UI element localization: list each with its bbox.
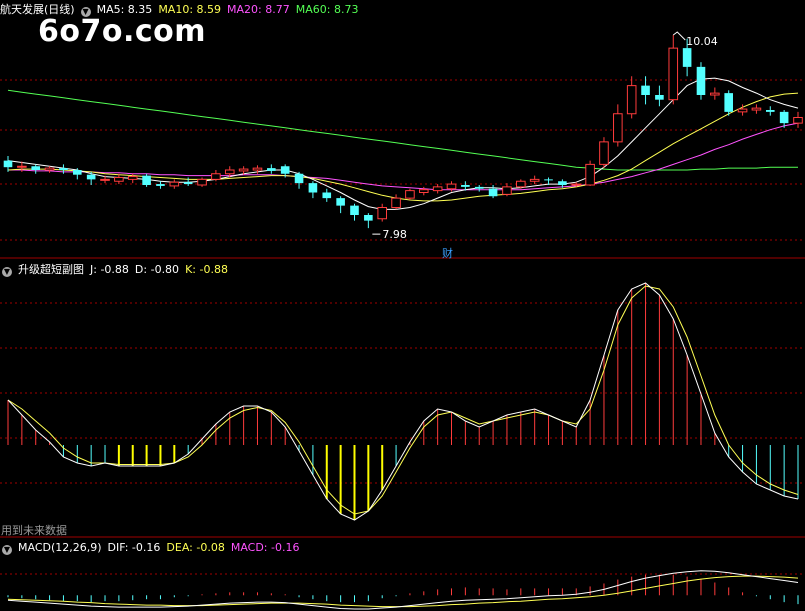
candle-body: [280, 166, 290, 174]
candle-body: [682, 48, 692, 67]
candle-body: [655, 95, 664, 100]
candle-body: [197, 178, 207, 186]
kdj-panel-header: ▼ 升级超短副图 J: -0.88 D: -0.80 K: -0.88: [0, 262, 234, 278]
candle-body: [432, 186, 443, 192]
candle-body: [294, 173, 304, 184]
candle-body: [544, 179, 553, 181]
candle-body: [377, 207, 388, 220]
dea-label: DEA: -0.08: [166, 541, 225, 554]
candle-body: [169, 181, 180, 187]
macd-title: MACD(12,26,9): [18, 541, 102, 554]
candle-body: [183, 182, 193, 185]
high-price-label: 10.04: [686, 35, 718, 48]
event-marker[interactable]: 财: [442, 245, 453, 261]
watermark-logo: 6o7o.com: [38, 14, 207, 49]
candle-body: [751, 107, 762, 111]
candle-body: [224, 169, 235, 175]
chevron-down-icon[interactable]: ▼: [2, 545, 12, 555]
k-label: K: -0.88: [185, 263, 228, 276]
candle-body: [461, 185, 470, 187]
candle-body: [267, 168, 276, 171]
chevron-down-icon[interactable]: ▼: [2, 267, 12, 277]
candle-body: [558, 181, 567, 185]
candle-body: [3, 160, 13, 168]
candle-body: [142, 175, 151, 185]
candle-body: [114, 177, 124, 182]
dif-line: [7, 570, 799, 610]
candle-body: [696, 66, 706, 95]
candle-body: [100, 178, 110, 181]
low-price-label: 7.98: [382, 228, 407, 241]
macd-panel-header: ▼ MACD(12,26,9) DIF: -0.16 DEA: -0.08 MACD: …: [0, 540, 305, 556]
candle-body: [17, 165, 27, 168]
kdj-title: 升级超短副图: [18, 263, 84, 276]
high-marker: [672, 31, 686, 41]
candle-body: [613, 113, 623, 143]
candle-body: [322, 192, 332, 199]
candle-body: [127, 176, 138, 180]
candle-body: [31, 166, 41, 170]
candle-body: [641, 85, 650, 95]
candle-body: [724, 93, 733, 112]
ma10-line: [7, 92, 799, 202]
candle-body: [59, 168, 68, 170]
candle-body: [710, 92, 720, 96]
candle-body: [252, 167, 263, 171]
candle-body: [73, 170, 82, 175]
candle-body: [585, 163, 595, 186]
candle-body: [571, 183, 582, 186]
ma60-label: MA60: 8.73: [295, 3, 359, 16]
stock-chart: 10.04 7.98: [0, 31, 805, 610]
ma20-label: MA20: 8.77: [227, 3, 290, 16]
candle-body: [516, 180, 526, 188]
candle-body: [308, 183, 318, 193]
candle-body: [238, 168, 249, 172]
candle-body: [599, 141, 609, 165]
candle-body: [405, 190, 415, 199]
k-line: [7, 285, 799, 515]
candle-body: [626, 85, 637, 115]
candle-body: [364, 215, 373, 221]
candle-body: [488, 188, 498, 197]
future-data-note: 用到未来数据: [1, 524, 67, 537]
dif-label: DIF: -0.16: [107, 541, 161, 554]
candle-body: [446, 183, 457, 190]
candle-body: [474, 186, 484, 189]
candle-body: [793, 117, 803, 124]
candle-body: [529, 178, 540, 182]
ma20-line: [8, 122, 799, 191]
macd-label: MACD: -0.16: [230, 541, 300, 554]
candle-body: [668, 47, 679, 101]
candle-body: [336, 198, 345, 206]
candle-body: [44, 167, 55, 171]
candle-body: [156, 184, 165, 186]
candle-body: [86, 174, 96, 180]
candle-body: [737, 108, 748, 113]
candle-body: [502, 186, 512, 195]
j-label: J: -0.88: [90, 263, 129, 276]
candle-body: [418, 189, 429, 193]
j-line: [7, 282, 799, 521]
candle-body: [391, 197, 401, 208]
candle-body: [211, 173, 221, 180]
d-label: D: -0.80: [134, 263, 180, 276]
candle-body: [779, 111, 789, 124]
candle-body: [350, 205, 359, 215]
dea-line: [7, 575, 799, 608]
candle-body: [765, 110, 775, 112]
